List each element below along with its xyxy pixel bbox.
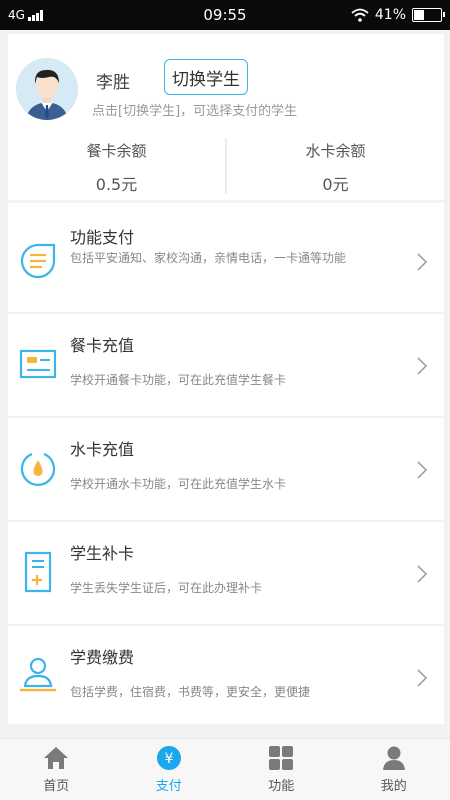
wifi-icon [351,8,369,22]
student-profile: 李胜 切换学生 点击[切换学生]，可选择支付的学生 [8,34,444,132]
status-left: 4G [8,8,43,22]
reissue-card-icon [24,551,52,593]
menu-item-desc: 学生丢失学生证后，可在此办理补卡 [70,581,263,595]
nav-label: 我的 [380,779,407,794]
menu-item-title: 学生补卡 [70,544,135,563]
switch-hint: 点击[切换学生]，可选择支付的学生 [92,104,298,119]
meal-card-balance: 餐卡余额 0.5元 [8,134,225,198]
grid-icon [269,746,294,770]
network-label: 4G [8,8,25,22]
menu-item-desc: 学校开通水卡功能，可在此充值学生水卡 [70,477,287,491]
menu-item-tuition[interactable]: 学费缴费 包括学费，住宿费，书费等，更安全，更便捷 [8,626,444,730]
water-card-balance: 水卡余额 0元 [227,134,444,198]
battery-percent: 41% [374,7,406,23]
chevron-right-icon [417,461,428,479]
menu-item-desc: 包括学费，住宿费，书费等，更安全，更便捷 [70,685,311,699]
menu-item-desc: 学校开通餐卡功能，可在此充值学生餐卡 [70,373,287,387]
user-icon [382,746,405,770]
home-icon [44,747,69,769]
menu-item-title: 学费缴费 [70,648,135,667]
menu-item-title: 水卡充值 [70,440,135,459]
chevron-right-icon [417,357,428,375]
balance-label: 水卡余额 [305,142,366,160]
balance-value: 0.5元 [95,175,138,194]
menu-item-meal-card[interactable]: 餐卡充值 学校开通餐卡功能，可在此充值学生餐卡 [8,314,444,418]
status-right: 41% [351,7,445,23]
chevron-right-icon [417,565,428,583]
battery-icon [412,8,445,22]
nav-features[interactable]: 功能 [225,739,338,800]
status-bar: 4G 09:55 41% [0,0,450,30]
feature-pay-icon [20,243,56,279]
nav-home[interactable]: 首页 [0,739,113,800]
water-card-icon [20,452,56,486]
menu-item-water-card[interactable]: 水卡充值 学校开通水卡功能，可在此充值学生水卡 [8,418,444,522]
bottom-nav: 首页 ¥ 支付 功能 我的 [0,738,450,800]
nav-label: 支付 [155,779,182,794]
svg-text:¥: ¥ [164,751,173,767]
payment-card: 李胜 切换学生 点击[切换学生]，可选择支付的学生 餐卡余额 0.5元 水卡余额… [8,34,444,724]
balance-value: 0元 [322,175,349,194]
meal-card-icon [19,349,57,379]
switch-student-button[interactable]: 切换学生 [164,59,248,95]
divider [8,200,444,203]
nav-pay[interactable]: ¥ 支付 [113,739,226,800]
nav-label: 首页 [43,779,70,794]
student-avatar-icon [16,58,78,120]
student-name: 李胜 [96,73,130,93]
avatar [16,58,78,120]
menu-item-title: 功能支付 [70,228,135,247]
chevron-right-icon [417,253,428,271]
payment-menu: 功能支付 包括平安通知、家校沟通，亲情电话，一卡通等功能 餐卡充值 学校开通餐卡… [8,210,444,730]
menu-item-feature-pay[interactable]: 功能支付 包括平安通知、家校沟通，亲情电话，一卡通等功能 [8,210,444,314]
nav-me[interactable]: 我的 [338,739,450,800]
balance-label: 餐卡余额 [86,142,147,160]
yuan-icon: ¥ [156,746,181,770]
menu-item-reissue-card[interactable]: 学生补卡 学生丢失学生证后，可在此办理补卡 [8,522,444,626]
balances: 餐卡余额 0.5元 水卡余额 0元 [8,134,444,198]
nav-label: 功能 [268,779,295,794]
signal-icon [27,9,43,21]
menu-item-title: 餐卡充值 [70,336,135,355]
tuition-icon [20,657,56,692]
menu-item-desc: 包括平安通知、家校沟通，亲情电话，一卡通等功能 [70,251,347,265]
chevron-right-icon [417,669,428,687]
